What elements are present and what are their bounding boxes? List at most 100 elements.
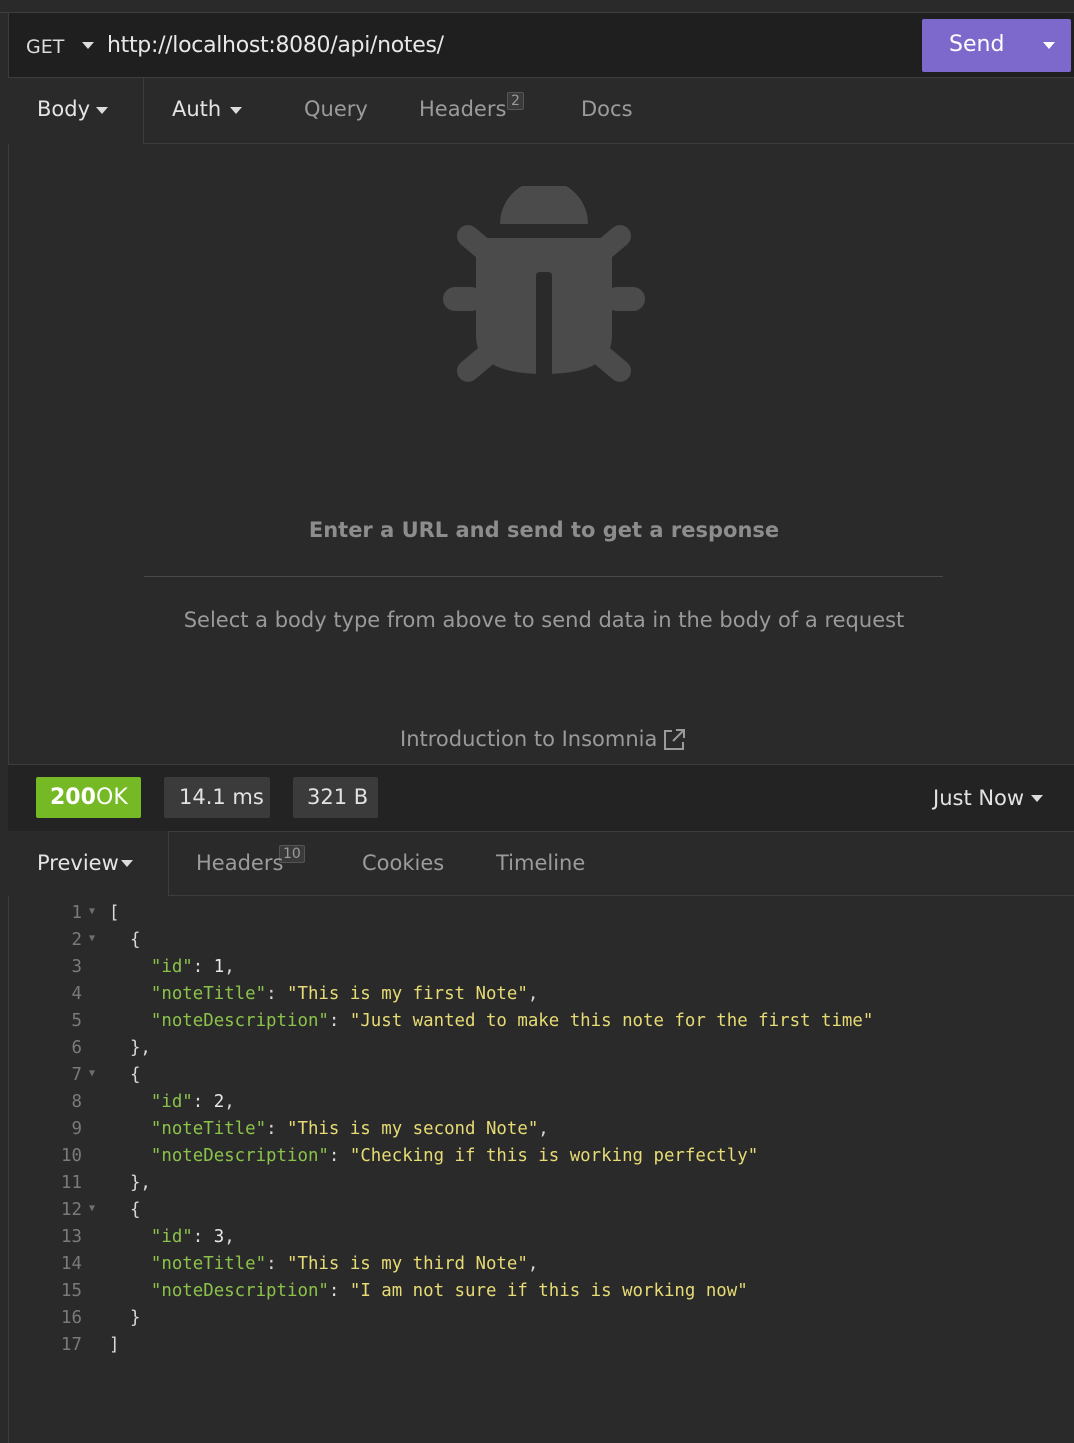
preview-caret-icon[interactable] [121,860,133,867]
url-input[interactable]: http://localhost:8080/api/notes/ [107,33,444,58]
code-text: "noteTitle": "This is my third Note", [109,1254,538,1274]
line-number: 16 [61,1308,82,1328]
json-string: "I am not sure if this is working now" [349,1281,748,1301]
response-time: 14.1 ms [179,785,264,809]
json-punct: , [224,1227,235,1247]
status-code: 200 [50,785,96,810]
tab-response-headers[interactable]: Headers [196,851,283,875]
json-number: 2 [213,1092,225,1112]
history-caret-icon[interactable] [1031,795,1043,802]
line-number: 14 [61,1254,82,1274]
line-number: 12 [61,1200,82,1220]
code-text: [ [109,903,119,923]
line-number: 13 [61,1227,82,1247]
window-top-strip [0,0,1074,13]
code-text: "noteDescription": "Just wanted to make … [109,1011,873,1031]
json-punct: : [328,1281,350,1301]
code-text: "id": 1, [109,957,235,977]
line-number: 2 [71,930,82,950]
line-number: 1 [71,903,82,923]
request-tabs [8,78,1074,144]
json-key: "noteDescription" [150,1146,329,1166]
line-number: 7 [71,1065,82,1085]
line-number: 10 [61,1146,82,1166]
fold-arrow-icon[interactable]: ▼ [89,1203,95,1214]
json-punct: { [129,930,141,950]
json-punct: : [192,1227,214,1247]
json-key: "id" [150,957,193,977]
tab-timeline[interactable]: Timeline [496,851,585,875]
json-number: 3 [213,1227,225,1247]
send-button-label[interactable]: Send [949,32,1004,57]
json-key: "noteTitle" [150,984,267,1004]
bug-icon [443,186,645,382]
json-punct: , [224,1092,235,1112]
code-text: "noteTitle": "This is my first Note", [109,984,538,1004]
json-key: "id" [150,1092,193,1112]
line-number: 15 [61,1281,82,1301]
json-punct: ] [109,1335,120,1355]
external-link-icon[interactable] [662,728,686,752]
json-string: "Just wanted to make this note for the f… [349,1011,874,1031]
empty-state-divider [144,576,943,577]
json-key: "noteTitle" [150,1119,267,1139]
json-punct: { [129,1065,141,1085]
tab-auth[interactable]: Auth [172,97,221,121]
json-key: "id" [150,1227,193,1247]
line-number: 5 [71,1011,82,1031]
json-punct: , [224,957,235,977]
tab-headers[interactable]: Headers [419,97,506,121]
tab-docs[interactable]: Docs [581,97,633,121]
json-punct: , [527,1254,539,1274]
tab-body[interactable]: Body [37,97,90,121]
code-text: { [109,930,140,950]
json-punct: : [266,1119,288,1139]
send-options-caret-icon[interactable] [1043,42,1055,49]
code-text: "noteDescription": "Checking if this is … [109,1146,758,1166]
json-key: "noteTitle" [150,1254,267,1274]
method-select[interactable]: GET [26,36,64,58]
json-punct: : [192,1092,214,1112]
method-caret-icon[interactable] [82,42,94,49]
json-punct: }, [129,1038,151,1058]
code-text: "id": 3, [109,1227,235,1247]
json-punct: : [266,1254,288,1274]
line-number: 11 [61,1173,82,1193]
empty-state-title: Enter a URL and send to get a response [308,518,780,542]
json-key: "noteDescription" [150,1011,329,1031]
json-punct: } [129,1308,141,1328]
line-number: 4 [71,984,82,1004]
json-punct: : [266,984,288,1004]
json-punct: , [527,984,539,1004]
response-size: 321 B [307,785,369,809]
json-string: "This is my second Note" [287,1119,539,1139]
code-text: "id": 2, [109,1092,235,1112]
history-dropdown[interactable]: Just Now [933,786,1024,810]
json-string: "Checking if this is working perfectly" [349,1146,759,1166]
fold-arrow-icon[interactable]: ▼ [89,933,95,944]
headers-count-badge: 2 [507,92,524,110]
auth-caret-icon[interactable] [230,107,242,114]
code-text: "noteDescription": "I am not sure if thi… [109,1281,748,1301]
fold-arrow-icon[interactable]: ▼ [89,906,95,917]
json-punct: [ [109,903,120,923]
code-text: } [109,1308,140,1328]
line-number: 3 [71,957,82,977]
json-key: "noteDescription" [150,1281,329,1301]
line-number: 8 [71,1092,82,1112]
json-number: 1 [213,957,225,977]
code-text: { [109,1065,140,1085]
json-punct: : [192,957,214,977]
tab-cookies[interactable]: Cookies [362,851,444,875]
body-caret-icon[interactable] [96,107,108,114]
line-number: 9 [71,1119,82,1139]
intro-link[interactable]: Introduction to Insomnia [400,727,657,751]
fold-arrow-icon[interactable]: ▼ [89,1068,95,1079]
tab-preview[interactable]: Preview [37,851,119,875]
code-text: }, [109,1173,151,1193]
json-string: "This is my third Note" [287,1254,528,1274]
json-punct: : [328,1146,350,1166]
code-text: "noteTitle": "This is my second Note", [109,1119,549,1139]
status-text: OK [96,785,128,810]
tab-query[interactable]: Query [304,97,368,121]
